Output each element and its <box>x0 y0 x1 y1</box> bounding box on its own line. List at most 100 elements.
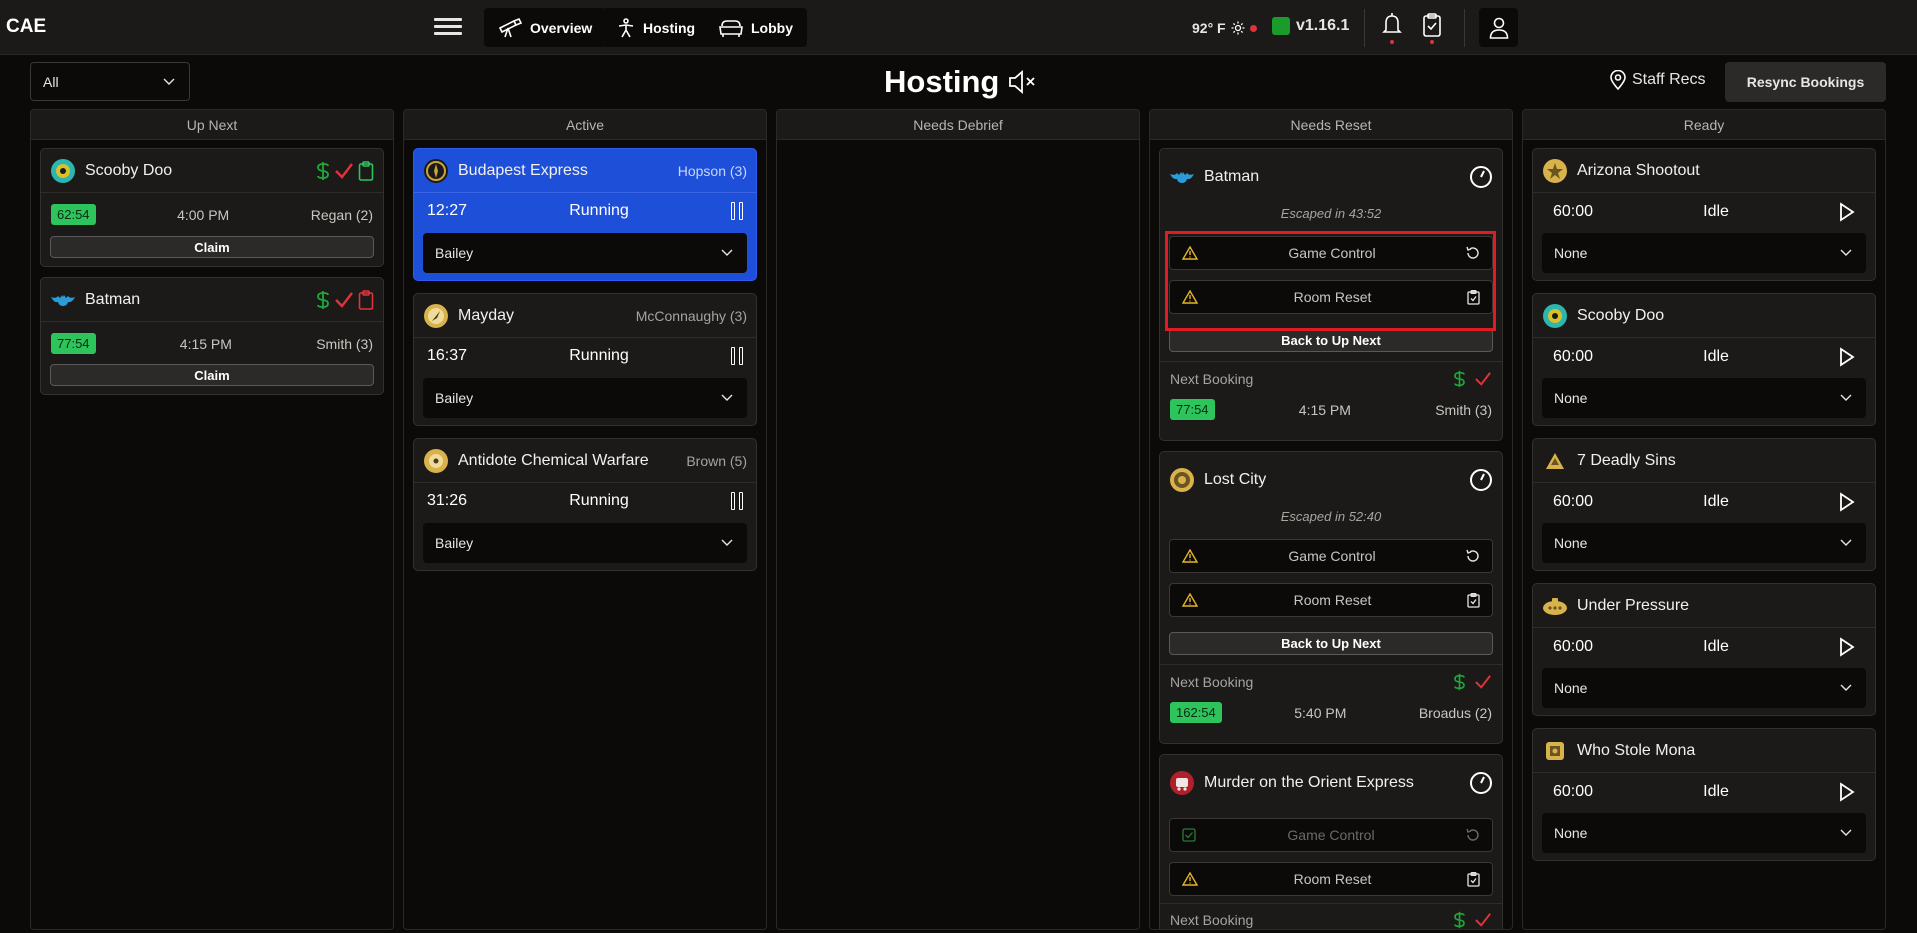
time-pill: 77:54 <box>1170 399 1215 420</box>
brand-logo[interactable]: CAE <box>6 16 46 38</box>
refresh-icon[interactable] <box>1466 549 1480 563</box>
frame-icon <box>1542 738 1568 764</box>
chevron-down-icon <box>721 249 733 256</box>
game-control-row[interactable]: Game Control <box>1169 539 1493 573</box>
back-to-up-next-button[interactable]: Back to Up Next <box>1169 632 1493 655</box>
room-filter-value: All <box>43 73 59 90</box>
play-icon[interactable] <box>1839 347 1855 367</box>
game-name: Under Pressure <box>1577 596 1690 614</box>
warning-icon <box>1182 593 1198 607</box>
claim-button[interactable]: Claim <box>50 364 374 386</box>
game-name: Batman <box>1204 167 1260 185</box>
bat-icon <box>50 287 76 313</box>
staff-select[interactable]: None <box>1542 668 1866 708</box>
staff-select[interactable]: Bailey <box>423 523 747 563</box>
game-control-row[interactable]: Game Control <box>1169 818 1493 852</box>
clipboard-notification-dot <box>1430 40 1434 44</box>
chevron-down-icon <box>1840 829 1852 836</box>
warning-icon <box>1182 549 1198 563</box>
check-icon <box>1475 372 1491 386</box>
nav-hosting-button[interactable]: Hosting <box>603 8 710 47</box>
staff-select[interactable]: None <box>1542 523 1866 563</box>
back-to-up-next-button[interactable]: Back to Up Next <box>1169 329 1493 352</box>
weather-temp: 92° F <box>1192 20 1226 36</box>
clipboard-check-icon[interactable] <box>1467 592 1480 608</box>
room-reset-row[interactable]: Room Reset <box>1169 280 1493 314</box>
start-time: 4:00 PM <box>177 206 230 223</box>
claim-button[interactable]: Claim <box>50 236 374 258</box>
active-game-card[interactable]: Mayday McConnaughy (3) 16:37 Running Bai… <box>413 293 757 426</box>
pause-icon[interactable] <box>731 347 743 365</box>
game-control-label: Game Control <box>1287 827 1375 843</box>
dollar-icon <box>1454 911 1465 929</box>
nav-overview-button[interactable]: Overview <box>484 8 607 47</box>
clipboard-check-icon[interactable] <box>1420 12 1444 44</box>
booking-host: Regan (2) <box>310 206 373 223</box>
clipboard-check-icon[interactable] <box>1467 289 1480 305</box>
column-needs-debrief: Needs Debrief <box>776 109 1140 930</box>
game-state: Running <box>569 202 629 219</box>
pause-icon[interactable] <box>731 492 743 510</box>
room-reset-label: Room Reset <box>1293 592 1372 608</box>
room-reset-label: Room Reset <box>1293 871 1372 887</box>
staff-select[interactable]: Bailey <box>423 378 747 418</box>
game-name: Scooby Doo <box>1577 306 1665 324</box>
staff-select[interactable]: None <box>1542 233 1866 273</box>
active-game-card[interactable]: Budapest Express Hopson (3) 12:27 Runnin… <box>413 148 757 281</box>
staff-select-value: Bailey <box>435 535 474 551</box>
game-host: Hopson (3) <box>677 162 747 179</box>
staff-recs-link[interactable]: Staff Recs <box>1610 70 1706 90</box>
booking-host: Broadus (2) <box>1418 704 1492 721</box>
play-icon[interactable] <box>1839 637 1855 657</box>
game-timer: 60:00 <box>1553 783 1594 800</box>
room-reset-row[interactable]: Room Reset <box>1169 862 1493 896</box>
compass-icon <box>423 303 449 329</box>
refresh-icon[interactable] <box>1466 246 1480 260</box>
staff-select[interactable]: None <box>1542 813 1866 853</box>
check-icon <box>335 162 353 179</box>
nav-lobby-label: Lobby <box>751 19 793 36</box>
hamburger-menu-icon[interactable] <box>434 14 462 40</box>
mute-icon[interactable] <box>1007 69 1037 95</box>
room-reset-row[interactable]: Room Reset <box>1169 583 1493 617</box>
dollar-icon <box>317 290 329 309</box>
clock-icon[interactable] <box>1469 468 1493 492</box>
biohazard-gear-icon <box>423 448 449 474</box>
pause-icon[interactable] <box>731 202 743 220</box>
nav-lobby-button[interactable]: Lobby <box>705 8 807 47</box>
game-name: Who Stole Mona <box>1577 741 1696 759</box>
escaped-time: Escaped in 43:52 <box>1280 206 1382 221</box>
next-booking-label: Next Booking <box>1170 912 1254 928</box>
staff-select[interactable]: None <box>1542 378 1866 418</box>
game-state: Idle <box>1703 638 1729 655</box>
game-host: Brown (5) <box>686 452 747 469</box>
start-time: 4:15 PM <box>1298 401 1351 418</box>
user-account-button[interactable] <box>1479 8 1518 47</box>
play-icon[interactable] <box>1839 202 1855 222</box>
room-filter-select[interactable]: All <box>30 62 190 101</box>
game-name: Arizona Shootout <box>1577 161 1700 179</box>
column-up-next: Up Next Scooby Doo 62:54 4:00 PM Regan (… <box>30 109 394 930</box>
chevron-down-icon <box>1840 684 1852 691</box>
chevron-down-icon <box>163 78 175 85</box>
next-booking-label: Next Booking <box>1170 674 1254 690</box>
play-icon[interactable] <box>1839 782 1855 802</box>
clipboard-icon <box>358 289 374 310</box>
staff-select-value: None <box>1554 535 1588 551</box>
game-control-row[interactable]: Game Control <box>1169 236 1493 270</box>
clock-icon[interactable] <box>1469 165 1493 189</box>
resync-bookings-button[interactable]: Resync Bookings <box>1725 62 1886 102</box>
active-game-card[interactable]: Antidote Chemical Warfare Brown (5) 31:2… <box>413 438 757 571</box>
game-name: Mayday <box>458 306 515 324</box>
staff-select[interactable]: Bailey <box>423 233 747 273</box>
refresh-icon[interactable] <box>1466 828 1480 842</box>
clipboard-check-icon[interactable] <box>1467 871 1480 887</box>
column-active: Active Budapest Express Hopson (3) 12:27… <box>403 109 767 930</box>
game-timer: 60:00 <box>1553 638 1594 655</box>
clock-icon[interactable] <box>1469 771 1493 795</box>
bell-icon[interactable] <box>1380 12 1404 44</box>
game-name: Murder on the Orient Express <box>1204 773 1414 791</box>
play-icon[interactable] <box>1839 492 1855 512</box>
booking-host: Smith (3) <box>316 335 373 352</box>
ready-game-card: Arizona Shootout 60:00 Idle None <box>1532 148 1876 281</box>
